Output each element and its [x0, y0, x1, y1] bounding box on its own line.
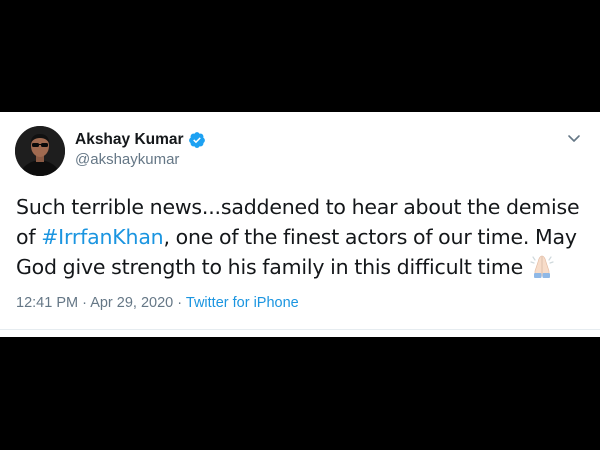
divider: [0, 329, 600, 330]
verified-badge-icon: [188, 131, 206, 149]
tweet-meta: 12:41 PM · Apr 29, 2020 · Twitter for iP…: [16, 295, 299, 311]
display-name-row: Akshay Kumar: [75, 130, 206, 150]
tweet-text-line-3: God give strength to his family in this …: [16, 252, 588, 282]
tweet-text-line3: God give strength to his family in this …: [16, 255, 524, 279]
screenshot-frame: Akshay Kumar @akshaykumar Such terrible …: [0, 0, 600, 450]
display-name[interactable]: Akshay Kumar: [75, 131, 184, 149]
user-handle[interactable]: @akshaykumar: [75, 151, 206, 168]
avatar[interactable]: [15, 126, 65, 176]
tweet-source-link[interactable]: Twitter for iPhone: [186, 295, 299, 311]
tweet-date[interactable]: Apr 29, 2020: [90, 295, 173, 311]
tweet-text-line-1: Such terrible news...saddened to hear ab…: [16, 192, 588, 222]
user-block: Akshay Kumar @akshaykumar: [75, 130, 206, 168]
tweet-card: Akshay Kumar @akshaykumar Such terrible …: [0, 112, 600, 337]
tweet-text-suffix: , one of the finest actors of our time. …: [163, 225, 577, 249]
tweet-text-line1: Such terrible news...saddened to hear ab…: [16, 195, 580, 219]
tweet-text: Such terrible news...saddened to hear ab…: [16, 192, 588, 282]
hashtag-link[interactable]: #IrrfanKhan: [41, 225, 163, 249]
meta-separator: ·: [82, 295, 87, 311]
tweet-text-prefix: of: [16, 225, 42, 249]
meta-separator: ·: [177, 295, 183, 311]
chevron-down-icon[interactable]: [566, 130, 582, 146]
folded-hands-icon: [527, 254, 557, 278]
tweet-time[interactable]: 12:41 PM: [16, 295, 78, 311]
tweet-text-line-2: of #IrrfanKhan, one of the finest actors…: [16, 222, 588, 252]
